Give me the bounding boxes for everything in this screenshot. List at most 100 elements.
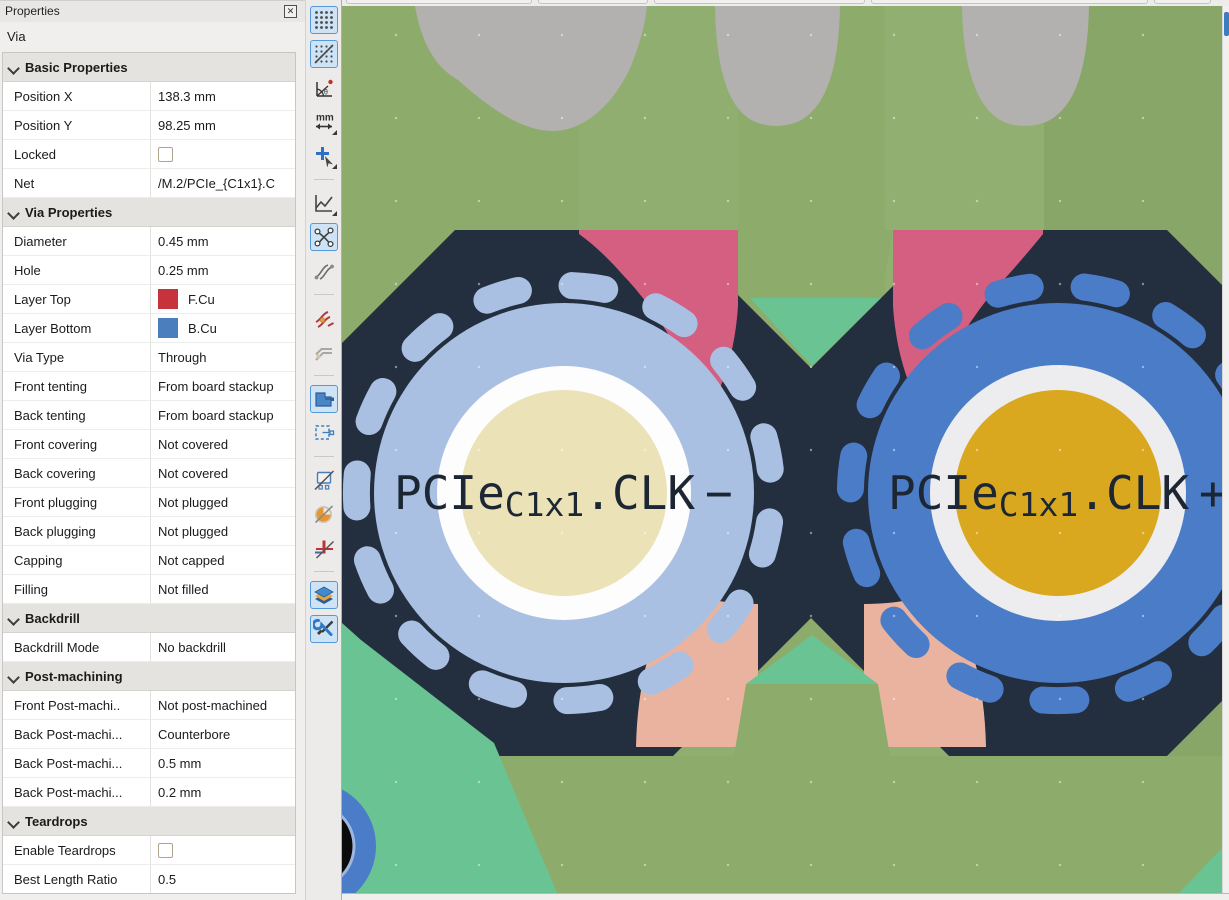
- polar-coordinates-icon: θ: [313, 77, 335, 99]
- property-value[interactable]: Not covered: [151, 459, 295, 487]
- property-row: Position X138.3 mm: [3, 82, 295, 111]
- property-value[interactable]: /M.2/PCIe_{C1x1}.C: [151, 169, 295, 197]
- property-value[interactable]: Not post-machined: [151, 691, 295, 719]
- toolbar-crosshair-style[interactable]: [310, 142, 338, 170]
- section-title: Backdrill: [25, 611, 80, 626]
- toolbar-corner-mode[interactable]: [310, 338, 338, 366]
- property-value[interactable]: From board stackup: [151, 401, 295, 429]
- toolbar-ratsnest-mode[interactable]: [310, 189, 338, 217]
- kicad-pcb-editor: { "panel": { "title": "Properties", "clo…: [0, 0, 1229, 900]
- property-value[interactable]: From board stackup: [151, 372, 295, 400]
- property-row: Position Y98.25 mm: [3, 111, 295, 140]
- toolbar-curved-tracks[interactable]: [310, 304, 338, 332]
- layer-color-swatch: [158, 318, 178, 338]
- sketch-footprints-icon: [313, 469, 335, 491]
- chevron-down-icon: [7, 207, 20, 220]
- property-checkbox[interactable]: [151, 140, 295, 168]
- property-checkbox[interactable]: [151, 836, 295, 864]
- section-header[interactable]: Backdrill: [3, 604, 295, 633]
- toolbar-grid-overrides[interactable]: [310, 40, 338, 68]
- property-value[interactable]: Not filled: [151, 575, 295, 603]
- property-value[interactable]: 0.5 mm: [151, 749, 295, 777]
- toolbar-separator: [314, 456, 334, 457]
- properties-grid: Basic Properties Position X138.3 mmPositi…: [2, 52, 296, 894]
- property-value[interactable]: Not capped: [151, 546, 295, 574]
- section-header[interactable]: Teardrops: [3, 807, 295, 836]
- property-row: Layer BottomB.Cu: [3, 314, 295, 343]
- property-label: Diameter: [3, 227, 151, 255]
- property-row: Layer Top F.Cu: [3, 285, 295, 314]
- property-value[interactable]: Counterbore: [151, 720, 295, 748]
- canvas-vertical-scrollbar[interactable]: [1222, 6, 1229, 893]
- property-row: Locked: [3, 140, 295, 169]
- canvas-bottom-edge: [342, 893, 1229, 900]
- property-label: Back Post-machi...: [3, 778, 151, 806]
- property-value[interactable]: Through: [151, 343, 295, 371]
- property-layer-value[interactable]: F.Cu: [151, 285, 295, 313]
- property-value[interactable]: 0.5: [151, 865, 295, 893]
- toolbar-hide-ratsnest[interactable]: [310, 257, 338, 285]
- property-row: Via TypeThrough: [3, 343, 295, 372]
- property-label: Layer Top: [3, 285, 151, 313]
- property-label: Best Length Ratio: [3, 865, 151, 893]
- property-row: Backdrill ModeNo backdrill: [3, 633, 295, 662]
- properties-panel: Properties ✕ Via Basic PropertiesPositio…: [0, 0, 305, 900]
- property-row: Hole0.25 mm: [3, 256, 295, 285]
- section-header[interactable]: Via Properties: [3, 198, 295, 227]
- chevron-down-icon: [7, 816, 20, 829]
- zones-outline-icon: [313, 422, 335, 444]
- sketch-pads-icon: [313, 503, 335, 525]
- toolbar-separator: [314, 179, 334, 180]
- property-label: Hole: [3, 256, 151, 284]
- section-title: Basic Properties: [25, 60, 128, 75]
- grid-visibility-icon: [313, 9, 335, 31]
- toolbar-separator: [314, 571, 334, 572]
- corner-mode-icon: [313, 341, 335, 363]
- property-label: Front plugging: [3, 488, 151, 516]
- property-value[interactable]: Not plugged: [151, 488, 295, 516]
- toolbar-high-contrast-mode[interactable]: [310, 581, 338, 609]
- toolbar-separator: [314, 375, 334, 376]
- property-value[interactable]: 98.25 mm: [151, 111, 295, 139]
- toolbar-properties-panel[interactable]: [310, 615, 338, 643]
- curved-tracks-icon: [313, 307, 335, 329]
- layer-name: F.Cu: [188, 292, 215, 307]
- property-label: Back tenting: [3, 401, 151, 429]
- dropdown-corner-icon: [332, 164, 337, 169]
- property-value[interactable]: No backdrill: [151, 633, 295, 661]
- property-value[interactable]: 0.2 mm: [151, 778, 295, 806]
- property-label: Net: [3, 169, 151, 197]
- checkbox[interactable]: [158, 843, 173, 858]
- sketch-vias-icon: [313, 537, 335, 559]
- toolbar-polar-coordinates[interactable]: θ: [310, 74, 338, 102]
- property-label: Backdrill Mode: [3, 633, 151, 661]
- pcb-canvas[interactable]: PCIeC1x1.CLK− PCIeC1x1.CLK+: [342, 6, 1223, 893]
- property-row: Diameter0.45 mm: [3, 227, 295, 256]
- property-label: Back plugging: [3, 517, 151, 545]
- property-value[interactable]: Not covered: [151, 430, 295, 458]
- section-header[interactable]: Post-machining: [3, 662, 295, 691]
- properties-panel-icon: [313, 618, 335, 640]
- property-row: Front Post-machi..Not post-machined: [3, 691, 295, 720]
- toolbar-show-ratsnest[interactable]: [310, 223, 338, 251]
- pcb-canvas-area: PCIeC1x1.CLK− PCIeC1x1.CLK+: [341, 0, 1229, 900]
- close-icon[interactable]: ✕: [284, 5, 297, 18]
- section-header[interactable]: Basic Properties: [3, 53, 295, 82]
- property-layer-value[interactable]: B.Cu: [151, 314, 295, 342]
- toolbar-zones-filled[interactable]: [310, 385, 338, 413]
- property-value[interactable]: Not plugged: [151, 517, 295, 545]
- toolbar-zones-outline[interactable]: [310, 419, 338, 447]
- toolbar-sketch-vias[interactable]: [310, 534, 338, 562]
- toolbar-sketch-pads[interactable]: [310, 500, 338, 528]
- toolbar-sketch-footprints[interactable]: [310, 466, 338, 494]
- toolbar-grid-visibility[interactable]: [310, 6, 338, 34]
- properties-titlebar: Properties ✕: [0, 0, 305, 22]
- property-value[interactable]: 0.45 mm: [151, 227, 295, 255]
- checkbox[interactable]: [158, 147, 173, 162]
- property-label: Via Type: [3, 343, 151, 371]
- property-value[interactable]: 0.25 mm: [151, 256, 295, 284]
- property-row: Front tentingFrom board stackup: [3, 372, 295, 401]
- property-value[interactable]: 138.3 mm: [151, 82, 295, 110]
- scrollbar-thumb[interactable]: [1224, 12, 1229, 36]
- toolbar-units-mm[interactable]: mm: [310, 108, 338, 136]
